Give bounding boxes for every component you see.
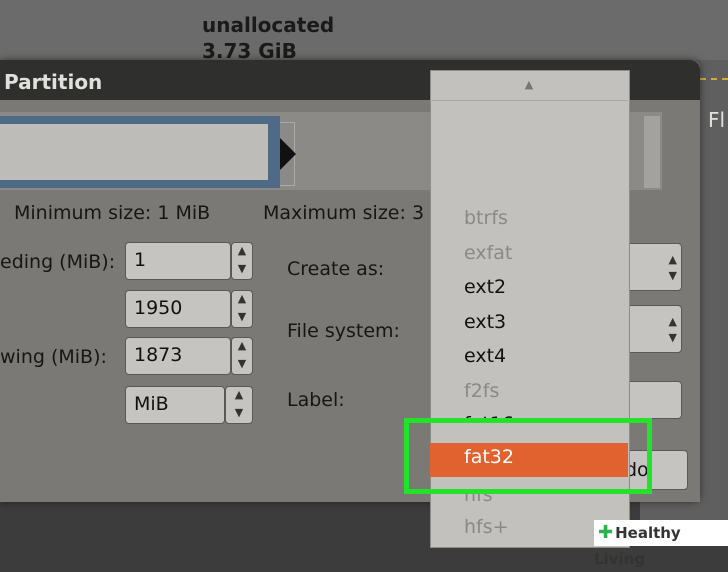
plus-leaf-icon: ✚ [598, 522, 614, 543]
gparted-main-window [0, 0, 728, 60]
chevron-down-icon: ▼ [234, 406, 244, 419]
dialog-title: Partition [4, 70, 103, 94]
chevron-updown-icon: ▲ ▼ [668, 315, 677, 344]
new-size-input[interactable]: 1950 [125, 290, 231, 328]
option-btrfs: btrfs [464, 207, 508, 229]
option-exfat: exfat [464, 242, 513, 264]
free-following-input[interactable]: 1873 [125, 337, 231, 375]
spin-down-icon[interactable]: ▼ [232, 356, 252, 374]
free-following-label: wing (MiB): [0, 346, 107, 368]
free-preceding-stepper[interactable]: ▲ ▼ [231, 242, 253, 280]
file-system-label: File system: [287, 320, 400, 342]
free-following-stepper[interactable]: ▲ ▼ [231, 337, 253, 375]
annotation-highlight-box [404, 418, 652, 494]
option-ext3[interactable]: ext3 [464, 311, 506, 333]
free-preceding-label: eding (MiB): [0, 251, 116, 273]
align-to-arrows[interactable]: ▲ ▼ [225, 386, 253, 424]
label-label: Label: [287, 389, 345, 411]
minimum-size-label: Minimum size: 1 MiB [14, 202, 211, 224]
spin-down-icon[interactable]: ▼ [232, 261, 252, 279]
option-ext2[interactable]: ext2 [464, 276, 506, 298]
spin-up-icon[interactable]: ▲ [232, 291, 252, 309]
maximum-size-label: Maximum size: 3 [263, 202, 425, 224]
align-to-select[interactable]: MiB [125, 386, 225, 424]
free-preceding-input[interactable]: 1 [125, 242, 231, 280]
option-hfs-plus: hfs+ [464, 516, 509, 538]
spin-up-icon[interactable]: ▲ [232, 243, 252, 261]
resize-arrow-icon[interactable] [280, 138, 296, 170]
watermark: ✚ Healthy Living [594, 520, 728, 568]
chevron-updown-icon: ▲ ▼ [668, 253, 677, 282]
create-as-label: Create as: [287, 258, 385, 280]
partition-status: unallocated [202, 13, 335, 37]
new-size-stepper[interactable]: ▲ ▼ [231, 290, 253, 328]
spin-up-icon[interactable]: ▲ [232, 338, 252, 356]
unallocated-strip [644, 116, 660, 188]
option-f2fs: f2fs [464, 380, 500, 402]
partition-block-fill [0, 124, 268, 180]
toolbar-partial-label: Fl [708, 108, 726, 132]
scroll-up-icon[interactable]: ▲ [430, 70, 628, 101]
chevron-up-icon: ▲ [234, 388, 244, 401]
spin-down-icon[interactable]: ▼ [232, 309, 252, 327]
option-ext4[interactable]: ext4 [464, 345, 506, 367]
unallocated-info: unallocated 3.73 GiB [202, 12, 334, 64]
selection-dashes [700, 78, 728, 82]
